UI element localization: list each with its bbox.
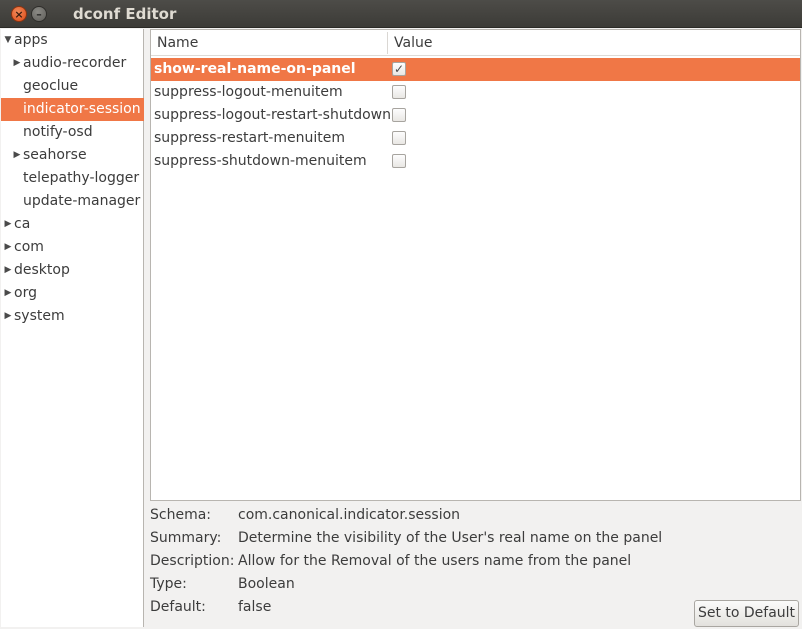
schema-tree[interactable]: ▼ apps ▶ audio-recorder geoclue indicator-ses…	[1, 29, 144, 627]
key-row-suppress-shutdown-menuitem[interactable]: suppress-shutdown-menuitem	[151, 150, 800, 173]
tree-item-seahorse[interactable]: ▶ seahorse	[1, 144, 144, 167]
value-checkbox[interactable]: ✓	[392, 62, 406, 76]
tree-item-label: audio-recorder	[23, 55, 127, 71]
collapsed-arrow-icon[interactable]: ▶	[3, 259, 13, 282]
collapsed-arrow-icon[interactable]: ▶	[12, 144, 22, 167]
expanded-arrow-icon[interactable]: ▼	[3, 29, 13, 52]
summary-label: Summary:	[150, 530, 222, 546]
column-separator	[387, 32, 388, 54]
tree-item-label: notify-osd	[23, 124, 93, 140]
tree-item-desktop[interactable]: ▶ desktop	[1, 259, 144, 282]
type-value: Boolean	[238, 576, 295, 592]
value-checkbox[interactable]	[392, 85, 406, 99]
title-bar: × – dconf Editor	[0, 0, 802, 28]
default-label: Default:	[150, 599, 206, 615]
key-name: show-real-name-on-panel	[154, 61, 356, 77]
tree-item-label: org	[14, 285, 37, 301]
tree-item-label: desktop	[14, 262, 70, 278]
schema-value: com.canonical.indicator.session	[238, 507, 461, 523]
tree-item-apps[interactable]: ▼ apps	[1, 29, 144, 52]
tree-item-telepathy-logger[interactable]: telepathy-logger	[1, 167, 144, 190]
tree-item-update-manager[interactable]: update-manager	[1, 190, 144, 213]
schema-label: Schema:	[150, 507, 212, 523]
column-header-name[interactable]: Name	[157, 30, 198, 56]
keys-list[interactable]: Name Value show-real-name-on-panel ✓ suppr…	[150, 29, 801, 501]
key-name: suppress-logout-restart-shutdown	[154, 107, 391, 123]
close-window-button[interactable]: ×	[11, 6, 27, 22]
value-checkbox[interactable]	[392, 131, 406, 145]
default-value: false	[238, 599, 272, 615]
type-label: Type:	[150, 576, 187, 592]
tree-item-label: indicator-session	[23, 101, 141, 117]
tree-item-label: geoclue	[23, 78, 79, 94]
tree-item-notify-osd[interactable]: notify-osd	[1, 121, 144, 144]
key-name: suppress-logout-menuitem	[154, 84, 343, 100]
tree-item-com[interactable]: ▶ com	[1, 236, 144, 259]
tree-item-ca[interactable]: ▶ ca	[1, 213, 144, 236]
collapsed-arrow-icon[interactable]: ▶	[12, 52, 22, 75]
description-label: Description:	[150, 553, 235, 569]
tree-item-label: apps	[14, 32, 48, 48]
keys-list-header: Name Value	[151, 30, 800, 56]
tree-item-label: com	[14, 239, 44, 255]
tree-item-geoclue[interactable]: geoclue	[1, 75, 144, 98]
tree-item-label: seahorse	[23, 147, 87, 163]
tree-item-system[interactable]: ▶ system	[1, 305, 144, 328]
tree-item-label: telepathy-logger	[23, 170, 140, 186]
key-row-suppress-logout-menuitem[interactable]: suppress-logout-menuitem	[151, 81, 800, 104]
value-checkbox[interactable]	[392, 154, 406, 168]
key-row-suppress-logout-restart-shutdown[interactable]: suppress-logout-restart-shutdown	[151, 104, 800, 127]
tree-item-label: system	[14, 308, 65, 324]
tree-item-label: update-manager	[23, 193, 141, 209]
window-title: dconf Editor	[73, 5, 177, 23]
summary-value: Determine the visibility of the User's r…	[238, 530, 663, 546]
minimize-window-button[interactable]: –	[31, 6, 47, 22]
tree-item-org[interactable]: ▶ org	[1, 282, 144, 305]
set-to-default-button[interactable]: Set to Default	[694, 600, 799, 627]
key-name: suppress-shutdown-menuitem	[154, 153, 367, 169]
collapsed-arrow-icon[interactable]: ▶	[3, 236, 13, 259]
value-checkbox[interactable]	[392, 108, 406, 122]
key-row-suppress-restart-menuitem[interactable]: suppress-restart-menuitem	[151, 127, 800, 150]
description-value: Allow for the Removal of the users name …	[238, 553, 632, 569]
tree-item-audio-recorder[interactable]: ▶ audio-recorder	[1, 52, 144, 75]
collapsed-arrow-icon[interactable]: ▶	[3, 282, 13, 305]
column-header-value[interactable]: Value	[394, 30, 432, 56]
tree-item-indicator-session[interactable]: indicator-session	[1, 98, 144, 121]
key-name: suppress-restart-menuitem	[154, 130, 345, 146]
collapsed-arrow-icon[interactable]: ▶	[3, 305, 13, 328]
tree-item-label: ca	[14, 216, 31, 232]
collapsed-arrow-icon[interactable]: ▶	[3, 213, 13, 236]
key-row-show-real-name-on-panel[interactable]: show-real-name-on-panel ✓	[151, 58, 800, 81]
